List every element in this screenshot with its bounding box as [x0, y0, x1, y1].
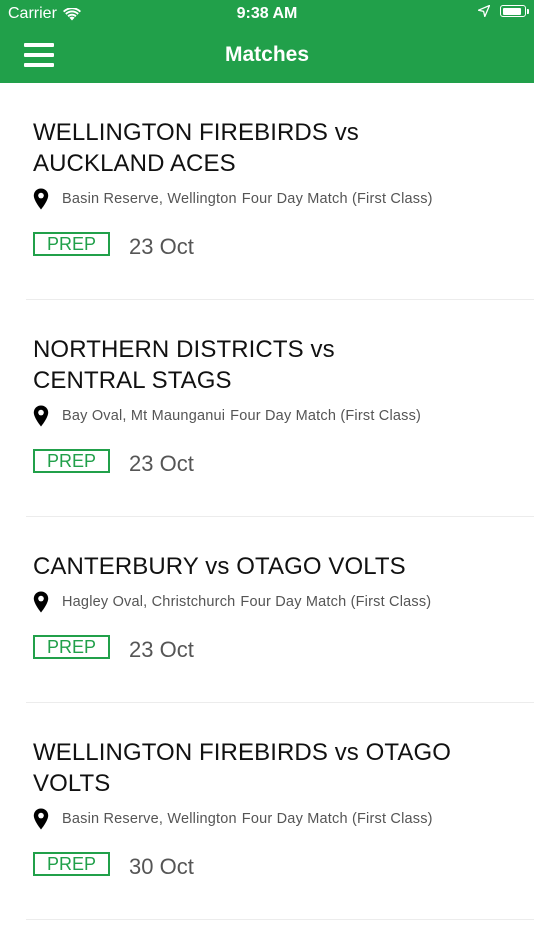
match-card[interactable]: WELLINGTON FIREBIRDS vs OTAGO VOLTS Basi… — [0, 703, 534, 920]
status-badge: PREP — [33, 635, 110, 659]
match-date: 23 Oct — [129, 451, 194, 476]
location-pin-icon — [33, 188, 49, 210]
venue-info: Hagley Oval, Christchurch Four Day Match … — [62, 594, 431, 610]
match-format: Four Day Match (First Class) — [240, 594, 432, 610]
match-card[interactable]: NORTHERN DISTRICTS vs CENTRAL STAGS Bay … — [0, 300, 534, 517]
match-date: 23 Oct — [129, 234, 194, 259]
venue-info: Basin Reserve, Wellington Four Day Match … — [62, 811, 433, 827]
venue-name: Bay Oval, Mt Maunganui — [62, 408, 226, 424]
match-meta: PREP 23 Oct — [33, 228, 514, 260]
match-format: Four Day Match (First Class) — [230, 408, 422, 424]
match-format: Four Day Match (First Class) — [241, 811, 433, 827]
page-title: Matches — [224, 43, 310, 66]
status-badge: PREP — [33, 852, 110, 876]
status-right — [478, 5, 529, 17]
venue-info: Basin Reserve, Wellington Four Day Match … — [62, 191, 433, 207]
match-title: WELLINGTON FIREBIRDS vs AUCKLAND ACES — [33, 119, 359, 177]
location-pin-icon — [33, 808, 49, 830]
match-meta: PREP 30 Oct — [33, 848, 514, 880]
match-title: WELLINGTON FIREBIRDS vs OTAGO VOLTS — [33, 739, 452, 797]
venue-row: Basin Reserve, Wellington Four Day Match … — [33, 808, 514, 830]
venue-info: Bay Oval, Mt Maunganui Four Day Match (Fi… — [62, 408, 421, 424]
status-bar: Carrier 9:38 AM — [0, 0, 534, 28]
clock: 9:38 AM — [236, 5, 298, 22]
venue-row: Hagley Oval, Christchurch Four Day Match … — [33, 591, 514, 613]
location-pin-icon — [33, 405, 49, 427]
venue-name: Basin Reserve, Wellington — [62, 191, 237, 207]
match-date: 23 Oct — [129, 637, 194, 662]
venue-row: Bay Oval, Mt Maunganui Four Day Match (Fi… — [33, 405, 514, 427]
match-format: Four Day Match (First Class) — [241, 191, 433, 207]
match-title: NORTHERN DISTRICTS vs CENTRAL STAGS — [33, 336, 335, 394]
nav-bar: Matches — [0, 28, 534, 83]
match-meta: PREP 23 Oct — [33, 445, 514, 477]
match-date: 30 Oct — [129, 854, 194, 879]
match-title: CANTERBURY vs OTAGO VOLTS — [33, 553, 406, 580]
match-card[interactable]: WELLINGTON FIREBIRDS vs AUCKLAND ACES Ba… — [0, 83, 534, 300]
location-pin-icon — [33, 591, 49, 613]
app-screen: Carrier 9:38 AM Matches WELLINGTON FIREB… — [0, 0, 534, 950]
location-arrow-icon — [478, 5, 490, 17]
venue-row: Basin Reserve, Wellington Four Day Match … — [33, 188, 514, 210]
status-badge: PREP — [33, 449, 110, 473]
status-badge: PREP — [33, 232, 110, 256]
venue-name: Basin Reserve, Wellington — [62, 811, 237, 827]
match-meta: PREP 23 Oct — [33, 631, 514, 663]
battery-level-fill — [502, 7, 522, 15]
venue-name: Hagley Oval, Christchurch — [62, 594, 236, 610]
match-card[interactable]: CANTERBURY vs OTAGO VOLTS Hagley Oval, C… — [0, 517, 534, 703]
battery-icon — [500, 5, 529, 17]
match-list: WELLINGTON FIREBIRDS vs AUCKLAND ACES Ba… — [0, 83, 534, 920]
